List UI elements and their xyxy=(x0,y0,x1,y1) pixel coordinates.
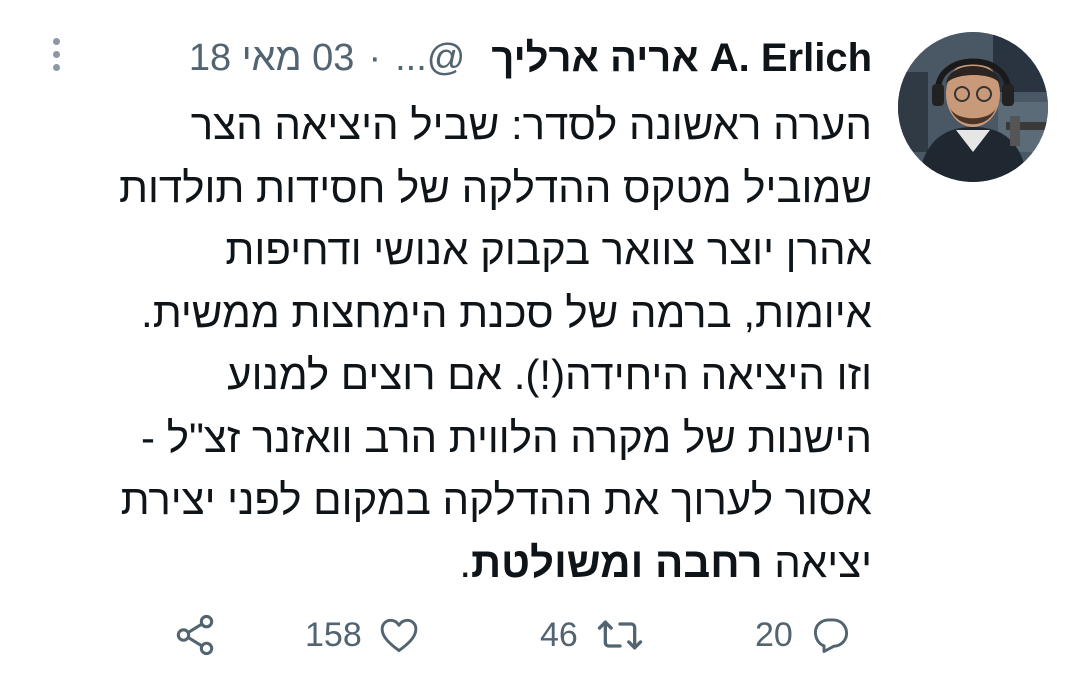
bold-word-1: רחבה xyxy=(655,538,763,586)
header-separator: · xyxy=(368,36,382,79)
author-handle[interactable]: @... xyxy=(395,37,465,80)
last-line-prefix: יציאה xyxy=(774,538,872,586)
tweet-line: הישנות של מקרה הלווית הרב וואזנר זצ"ל - xyxy=(141,413,872,461)
avatar[interactable] xyxy=(898,32,1048,182)
reply-icon xyxy=(809,613,853,657)
retweet-count: 46 xyxy=(540,615,578,654)
tweet-date[interactable]: 03 מאי 18 xyxy=(189,37,355,80)
retweet-icon xyxy=(596,613,644,657)
avatar-image xyxy=(898,32,1048,182)
like-count: 158 xyxy=(305,615,362,654)
author-name[interactable]: A. Erlich אריה ארליך xyxy=(491,36,872,81)
tweet-last-line: יציאה רחבה ומשולטת. xyxy=(27,532,872,595)
tweet-text: הערה ראשונה לסדר: שביל היציאה הצר שמוביל… xyxy=(27,94,872,594)
action-bar: 20 46 158 xyxy=(0,605,1080,665)
reply-count: 20 xyxy=(755,615,793,654)
tweet-line: איומות, ברמה של סכנת הימחצות ממשית. xyxy=(141,288,872,336)
retweet-button[interactable]: 46 xyxy=(540,605,644,665)
bold-word-2: ומשולטת xyxy=(471,538,644,586)
tweet-line: אסור לערוך את ההדלקה במקום לפני יצירת xyxy=(120,476,872,523)
share-icon xyxy=(172,612,218,658)
heart-icon xyxy=(376,613,422,657)
tweet-line: הערה ראשונה לסדר: שביל היציאה הצר xyxy=(190,101,872,148)
tweet-line: וזו היציאה היחידה(!). אם רוצים למנוע xyxy=(227,351,872,398)
last-line-suffix: . xyxy=(459,538,472,586)
share-button[interactable] xyxy=(172,605,218,665)
tweet-line: שמוביל מטקס ההדלקה של חסידות תולדות xyxy=(119,163,872,211)
more-vertical-icon[interactable] xyxy=(46,38,66,78)
like-button[interactable]: 158 xyxy=(305,605,422,665)
tweet-line: אהרן יוצר צוואר בקבוק אנושי ודחיפות xyxy=(225,226,872,273)
tweet-card[interactable]: A. Erlich אריה ארליך @... · 03 מאי 18 הע… xyxy=(0,0,1080,690)
reply-button[interactable]: 20 xyxy=(755,605,853,665)
tweet-header: A. Erlich אריה ארליך @... · 03 מאי 18 xyxy=(189,30,872,86)
